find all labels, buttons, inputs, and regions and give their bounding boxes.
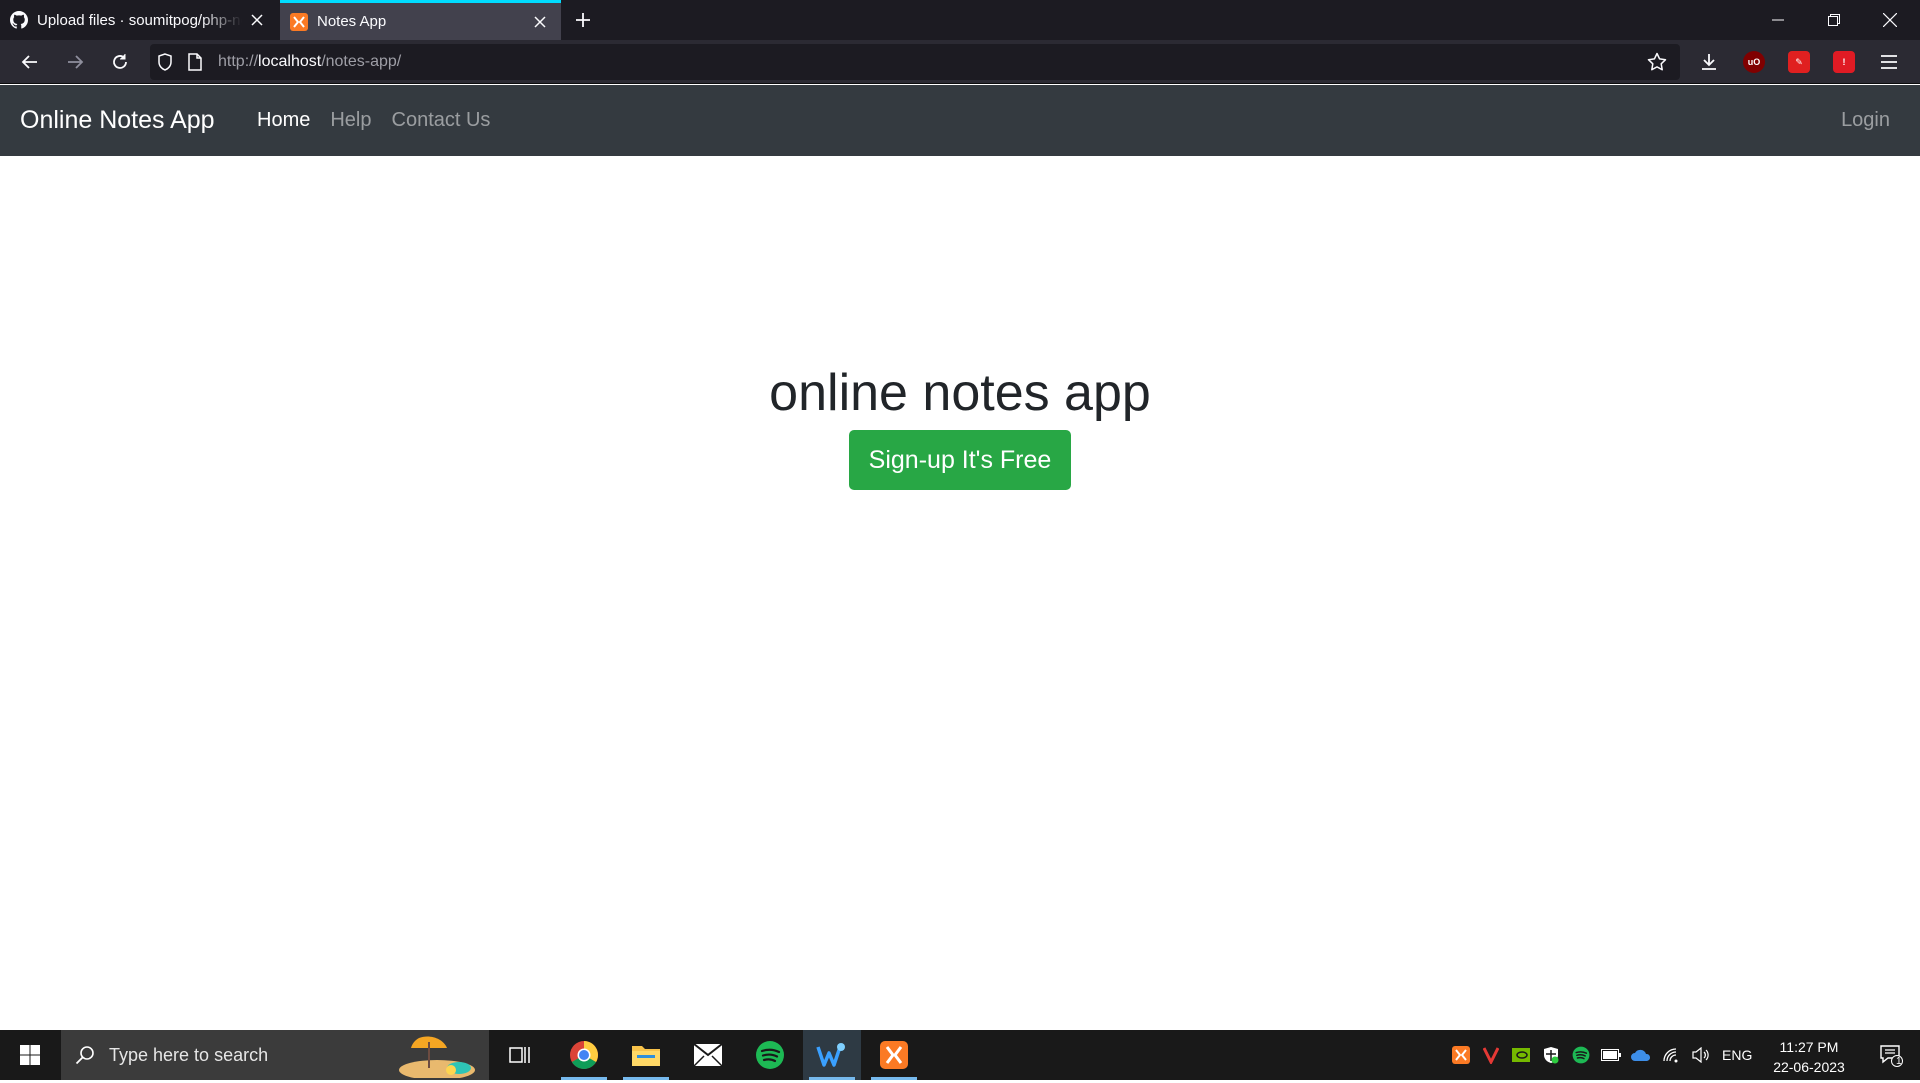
tray-spotify-icon[interactable]: [1568, 1030, 1594, 1080]
notification-count-badge: 1: [1896, 1056, 1902, 1067]
xampp-icon[interactable]: [865, 1030, 923, 1080]
windows-start-icon[interactable]: [0, 1030, 60, 1080]
address-bar[interactable]: http://localhost/notes-app/: [150, 44, 1680, 80]
tab-notes-app[interactable]: Notes App: [280, 0, 561, 40]
tray-wifi-icon[interactable]: [1658, 1030, 1684, 1080]
chrome-icon[interactable]: [555, 1030, 613, 1080]
reload-icon[interactable]: [102, 44, 138, 80]
search-placeholder: Type here to search: [109, 1044, 269, 1065]
back-arrow-icon[interactable]: [12, 44, 48, 80]
hamburger-menu-icon[interactable]: [1871, 44, 1907, 80]
close-window-icon[interactable]: [1862, 0, 1918, 40]
bookmark-star-icon[interactable]: [1642, 47, 1672, 77]
restore-window-icon[interactable]: [1806, 0, 1862, 40]
browser-tab-strip: Upload files · soumitpog/php-notes Notes…: [0, 0, 1920, 40]
url-text: http://localhost/notes-app/: [218, 53, 402, 70]
hero-section: online notes app Sign-up It's Free: [0, 156, 1920, 491]
nav-help-link[interactable]: Help: [320, 109, 381, 132]
extension-red-icon[interactable]: ✎: [1781, 44, 1817, 80]
nav-contact-link[interactable]: Contact Us: [382, 109, 501, 132]
close-tab-icon[interactable]: [525, 7, 555, 37]
nav-home-link[interactable]: Home: [247, 109, 320, 132]
hero-heading: online notes app: [769, 364, 1151, 422]
forward-arrow-icon[interactable]: [57, 44, 93, 80]
tray-volume-icon[interactable]: [1688, 1030, 1714, 1080]
file-explorer-icon[interactable]: [617, 1030, 675, 1080]
site-navbar: Online Notes App Home Help Contact Us Lo…: [0, 85, 1920, 156]
minimize-window-icon[interactable]: [1750, 0, 1806, 40]
clock-date: 22-06-2023: [1773, 1059, 1845, 1075]
task-view-icon[interactable]: [491, 1030, 549, 1080]
input-language-indicator[interactable]: ENG: [1722, 1030, 1752, 1080]
close-tab-icon[interactable]: [242, 5, 272, 35]
return-youtube-dislike-icon[interactable]: !: [1826, 44, 1862, 80]
clock-time: 11:27 PM: [1779, 1039, 1839, 1055]
new-tab-button[interactable]: [568, 5, 598, 35]
tray-nvidia-icon[interactable]: [1508, 1030, 1534, 1080]
ublock-origin-icon[interactable]: uO: [1736, 44, 1772, 80]
tab-github-upload[interactable]: Upload files · soumitpog/php-notes: [0, 0, 278, 40]
action-center-notification-icon[interactable]: 1: [1866, 1030, 1916, 1080]
xampp-icon: [290, 12, 308, 31]
tray-onedrive-icon[interactable]: [1628, 1030, 1654, 1080]
brand-link[interactable]: Online Notes App: [20, 106, 215, 135]
winscp-icon[interactable]: [803, 1030, 861, 1080]
nav-links: Home Help Contact Us: [247, 109, 500, 132]
github-icon: [10, 11, 28, 29]
windows-taskbar: Type here to search ENG 11:27 PM 22-06-2…: [0, 1030, 1920, 1080]
tracking-protection-shield-icon[interactable]: [150, 44, 180, 80]
login-link[interactable]: Login: [1841, 109, 1890, 132]
tray-xampp-icon[interactable]: [1448, 1030, 1474, 1080]
tab-title: Upload files · soumitpog/php-notes: [37, 11, 242, 29]
page-info-icon[interactable]: [180, 44, 210, 80]
search-highlight-beach-icon: [389, 1032, 479, 1083]
tab-title: Notes App: [317, 13, 387, 30]
search-icon: [61, 1045, 109, 1065]
tray-vivaldi-icon[interactable]: [1478, 1030, 1504, 1080]
tray-battery-icon[interactable]: [1598, 1030, 1624, 1080]
taskbar-search-box[interactable]: Type here to search: [61, 1030, 489, 1080]
downloads-icon[interactable]: [1691, 44, 1727, 80]
signup-button[interactable]: Sign-up It's Free: [849, 430, 1071, 491]
mail-icon[interactable]: [679, 1030, 737, 1080]
browser-toolbar: http://localhost/notes-app/ uO ✎ !: [0, 40, 1920, 84]
spotify-icon[interactable]: [741, 1030, 799, 1080]
tray-defender-shield-icon[interactable]: [1538, 1030, 1564, 1080]
taskbar-clock[interactable]: 11:27 PM 22-06-2023: [1764, 1037, 1854, 1077]
